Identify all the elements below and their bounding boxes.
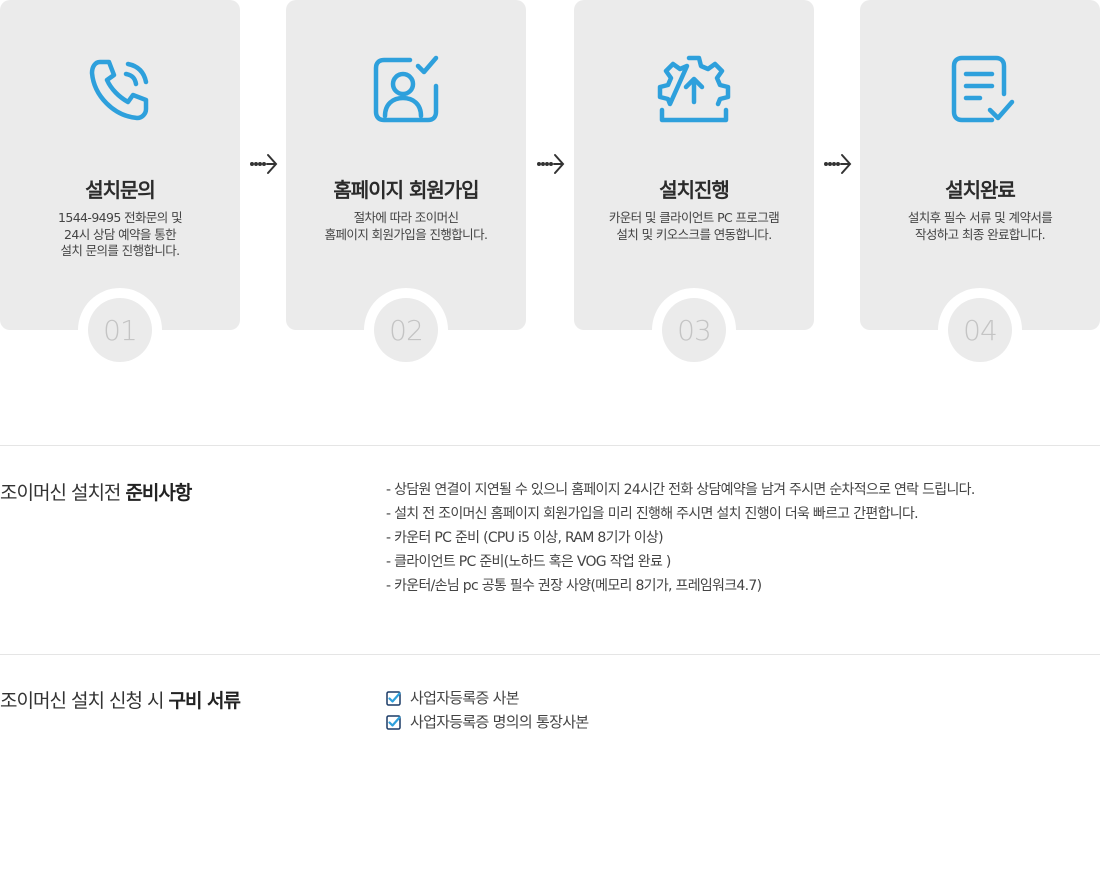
step-number: 01 [88,298,152,362]
docs-item-label: 사업자등록증 사본 [410,689,520,707]
step-title: 설치완료 [945,178,1016,202]
docs-item: 사업자등록증 명의의 통장사본 [386,710,589,734]
step-description: 카운터 및 클라이언트 PC 프로그램 설치 및 키오스크를 연동합니다. [608,210,780,242]
step-number: 03 [662,298,726,362]
prep-note: - 카운터 PC 준비 (CPU i5 이상, RAM 8기가 이상) [386,530,664,546]
step-title: 홈페이지 회원가입 [333,178,479,202]
document-check-icon [942,52,1018,128]
prep-section-title: 조이머신 설치전 준비사항 [0,482,192,504]
step-title: 설치문의 [85,178,156,202]
docs-section-title: 조이머신 설치 신청 시 구비 서류 [0,690,241,712]
prep-note: - 상담원 연결이 지연될 수 있으니 홈페이지 24시간 전화 상담예약을 남… [386,482,975,498]
arrow-right-icon [537,152,565,176]
section-divider [0,445,1100,446]
docs-item: 사업자등록증 사본 [386,686,588,710]
step-card-3: 설치진행 카운터 및 클라이언트 PC 프로그램 설치 및 키오스크를 연동합니다… [574,0,814,372]
step-number-badge: 03 [652,288,736,372]
prep-note: - 설치 전 조이머신 홈페이지 회원가입을 미리 진행해 주시면 설치 진행이… [386,506,919,522]
step-card-4: 설치완료 설치후 필수 서류 및 계약서를 작성하고 최종 완료합니다. 04 [860,0,1100,372]
user-check-icon [368,52,444,128]
phone-icon [82,52,158,128]
step-card-2: 홈페이지 회원가입 절차에 따라 조이머신 홈페이지 회원가입을 진행합니다. 0… [286,0,526,372]
section-divider [0,654,1100,655]
step-number-badge: 04 [938,288,1022,372]
step-number-badge: 01 [78,288,162,372]
gear-upload-icon [656,52,732,128]
step-description: 1544-9495 전화문의 및 24시 상담 예약을 통한 설치 문의를 진행합니… [58,210,183,258]
prep-note: - 클라이언트 PC 준비(노하드 혹은 VOG 작업 완료 ) [386,554,671,570]
docs-list: 사업자등록증 사본 사업자등록증 명의의 통장사본 [386,686,589,734]
step-number: 02 [374,298,438,362]
docs-item-label: 사업자등록증 명의의 통장사본 [410,713,589,731]
checkbox-checked-icon [386,690,401,706]
arrow-right-icon [250,152,278,176]
step-description: 절차에 따라 조이머신 홈페이지 회원가입을 진행합니다. [324,210,488,242]
step-title: 설치진행 [659,178,730,202]
prep-notes-list: - 상담원 연결이 지연될 수 있으니 홈페이지 24시간 전화 상담예약을 남… [386,478,975,598]
step-number-badge: 02 [364,288,448,372]
step-card-1: 설치문의 1544-9495 전화문의 및 24시 상담 예약을 통한 설치 문의를… [0,0,240,372]
checkbox-checked-icon [386,714,401,730]
arrow-right-icon [824,152,852,176]
prep-note: - 카운터/손님 pc 공통 필수 권장 사양(메모리 8기가, 프레임워크4.… [386,578,762,594]
step-description: 설치후 필수 서류 및 계약서를 작성하고 최종 완료합니다. [907,210,1053,242]
step-number: 04 [948,298,1012,362]
